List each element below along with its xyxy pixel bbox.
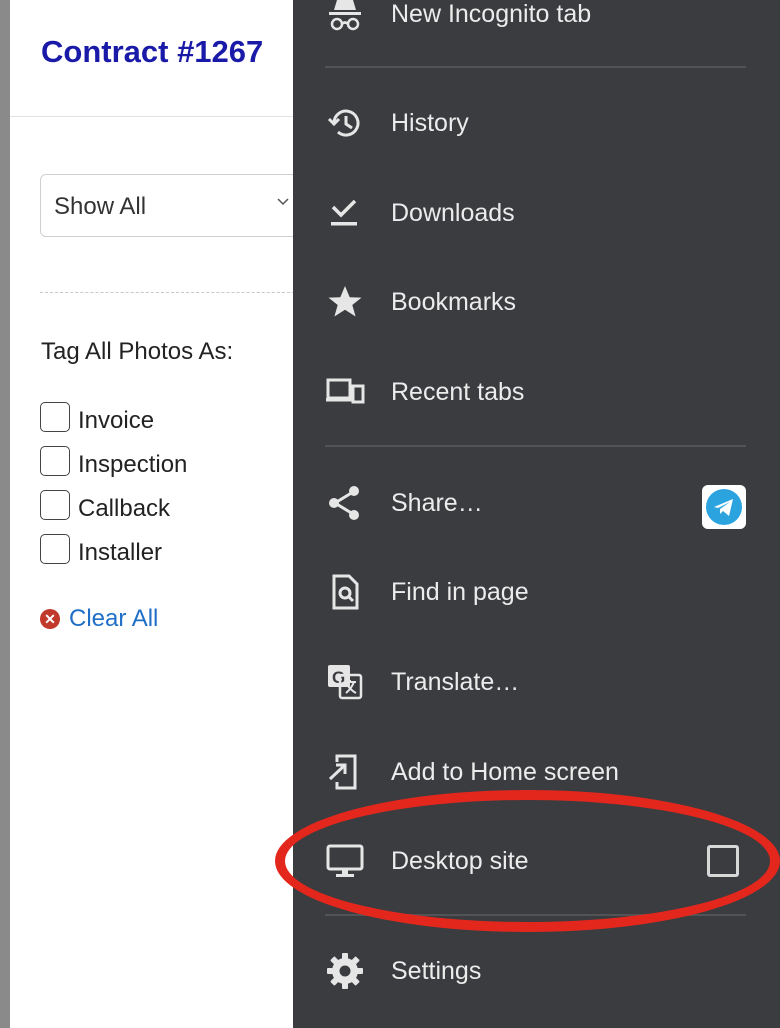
- find-in-page-icon: [332, 574, 359, 610]
- menu-item-label: Add to Home screen: [391, 758, 619, 786]
- clear-all-label: Clear All: [69, 605, 159, 632]
- menu-item-settings[interactable]: Settings: [293, 933, 780, 1009]
- desktop-icon: [326, 844, 364, 877]
- menu-item-desktop-site[interactable]: Desktop site: [293, 823, 780, 899]
- menu-item-bookmarks[interactable]: Bookmarks: [293, 264, 780, 340]
- left-gutter: [0, 0, 10, 1028]
- checkbox[interactable]: [40, 490, 70, 520]
- menu-item-history[interactable]: History: [293, 85, 780, 161]
- menu-item-label: Downloads: [391, 199, 515, 227]
- menu-item-label: Settings: [391, 957, 482, 985]
- checkbox-label: Installer: [78, 539, 163, 566]
- menu-item-label: Recent tabs: [391, 378, 525, 406]
- menu-item-label: Find in page: [391, 578, 529, 606]
- section-divider: [40, 292, 300, 293]
- filter-select[interactable]: Show All: [40, 174, 330, 237]
- telegram-icon: [706, 489, 742, 525]
- translate-icon: G: [328, 665, 363, 700]
- menu-item-label: History: [391, 109, 469, 137]
- devices-icon: [326, 378, 365, 404]
- menu-divider: [325, 445, 746, 447]
- menu-item-translate[interactable]: G Translate…: [293, 644, 780, 720]
- menu-item-share[interactable]: Share…: [293, 465, 780, 541]
- chevron-down-icon: [277, 198, 289, 206]
- history-icon: [327, 109, 360, 137]
- contract-title: Contract #1267: [41, 34, 264, 69]
- incognito-icon: [329, 0, 361, 31]
- menu-item-downloads[interactable]: Downloads: [293, 175, 780, 251]
- checkbox[interactable]: [40, 534, 70, 564]
- download-icon: [331, 199, 357, 226]
- checkbox[interactable]: [40, 446, 70, 476]
- star-icon: [328, 286, 362, 317]
- menu-item-add-to-home-screen[interactable]: Add to Home screen: [293, 734, 780, 810]
- checkbox[interactable]: [40, 402, 70, 432]
- menu-item-label: Desktop site: [391, 847, 529, 875]
- share-icon: [329, 486, 359, 520]
- browser-overflow-menu: New Incognito tab History Downloads Book…: [293, 0, 780, 1028]
- menu-divider: [325, 914, 746, 916]
- menu-item-label: New Incognito tab: [391, 0, 592, 28]
- add-to-home-icon: [328, 754, 357, 790]
- menu-item-recent-tabs[interactable]: Recent tabs: [293, 354, 780, 430]
- close-circle-icon: ✕: [40, 609, 60, 629]
- checkbox-label: Inspection: [78, 451, 188, 478]
- menu-item-label: Bookmarks: [391, 288, 517, 316]
- menu-item-label: Share…: [391, 489, 483, 517]
- menu-item-find-in-page[interactable]: Find in page: [293, 554, 780, 630]
- checkbox-label: Invoice: [78, 407, 155, 434]
- menu-divider: [325, 66, 746, 68]
- telegram-share-button[interactable]: [702, 485, 746, 529]
- filter-select-value: Show All: [54, 193, 147, 220]
- menu-item-label: Translate…: [391, 668, 520, 696]
- menu-item-new-incognito-tab[interactable]: New Incognito tab: [293, 0, 780, 52]
- gear-icon: [327, 953, 363, 989]
- desktop-site-checkbox[interactable]: [707, 845, 739, 877]
- checkbox-label: Callback: [78, 495, 171, 522]
- svg-text:G: G: [332, 668, 345, 687]
- tag-all-label: Tag All Photos As:: [41, 338, 234, 365]
